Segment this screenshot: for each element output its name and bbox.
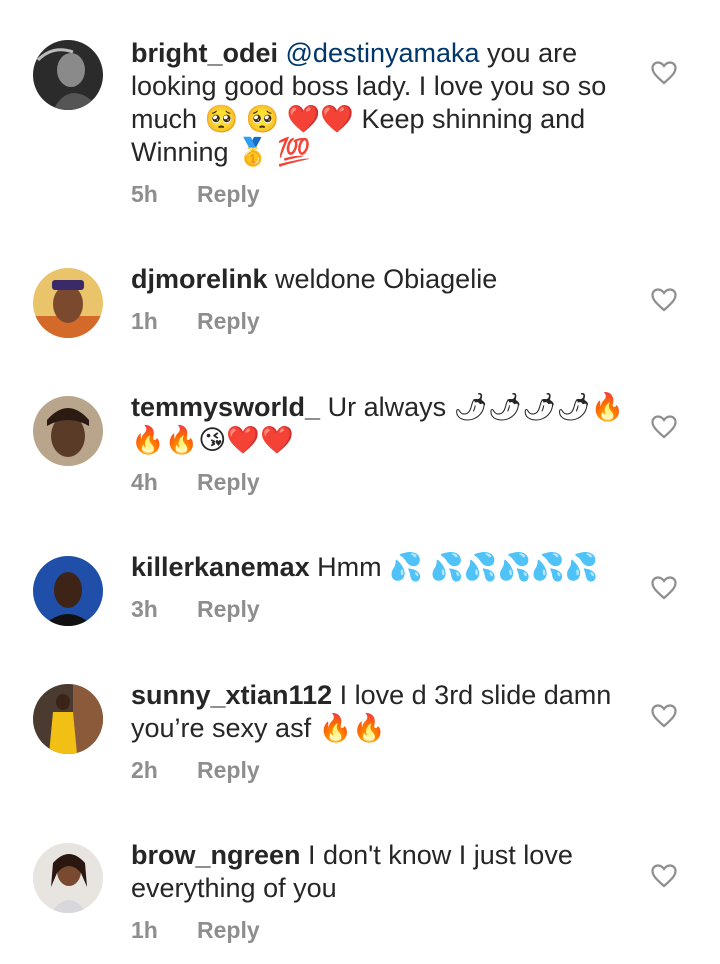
heart-outline-icon[interactable]: [651, 415, 677, 439]
comment-text: bright_odei @destinyamaka you are lookin…: [131, 37, 631, 169]
comment-text: sunny_xtian112 I love d 3rd slide damn y…: [131, 679, 631, 745]
reply-button[interactable]: Reply: [197, 308, 260, 335]
heart-outline-icon[interactable]: [651, 61, 677, 85]
reply-button[interactable]: Reply: [197, 181, 260, 208]
comment-username[interactable]: bright_odei: [131, 38, 278, 68]
comment-text: brow_ngreen I don't know I just love eve…: [131, 839, 631, 905]
avatar[interactable]: [33, 40, 103, 110]
comment-username[interactable]: sunny_xtian112: [131, 680, 332, 710]
comment-meta: 5h Reply: [131, 181, 631, 208]
reply-button[interactable]: Reply: [197, 757, 260, 784]
avatar[interactable]: [33, 843, 103, 913]
comment-text: killerkanemax Hmm 💦 💦💦💦💦💦: [131, 551, 631, 584]
comment-mention[interactable]: @destinyamaka: [286, 38, 480, 68]
comment-meta: 1h Reply: [131, 308, 631, 335]
comment-username[interactable]: temmysworld_: [131, 392, 320, 422]
heart-outline-icon[interactable]: [651, 864, 677, 888]
comment-username[interactable]: killerkanemax: [131, 552, 310, 582]
comment-time: 1h: [131, 917, 158, 943]
comment-meta: 1h Reply: [131, 917, 631, 944]
comment-time: 2h: [131, 757, 158, 783]
comment-meta: 3h Reply: [131, 596, 631, 623]
avatar[interactable]: [33, 684, 103, 754]
avatar[interactable]: [33, 268, 103, 338]
comment-body: Hmm 💦 💦💦💦💦💦: [317, 552, 599, 582]
comment-meta: 4h Reply: [131, 469, 631, 496]
heart-outline-icon[interactable]: [651, 576, 677, 600]
reply-button[interactable]: Reply: [197, 917, 260, 944]
reply-button[interactable]: Reply: [197, 596, 260, 623]
comment-time: 5h: [131, 181, 158, 207]
comment-time: 3h: [131, 596, 158, 622]
avatar[interactable]: [33, 396, 103, 466]
comment-time: 4h: [131, 469, 158, 495]
heart-outline-icon[interactable]: [651, 704, 677, 728]
comment-text: djmorelink weldone Obiagelie: [131, 263, 631, 296]
comment-meta: 2h Reply: [131, 757, 631, 784]
comment-time: 1h: [131, 308, 158, 334]
reply-button[interactable]: Reply: [197, 469, 260, 496]
comment-username[interactable]: djmorelink: [131, 264, 268, 294]
heart-outline-icon[interactable]: [651, 288, 677, 312]
comment-body: weldone Obiagelie: [275, 264, 498, 294]
comment-username[interactable]: brow_ngreen: [131, 840, 301, 870]
avatar[interactable]: [33, 556, 103, 626]
comment-text: temmysworld_ Ur always 🌶🌶🌶🌶🔥🔥🔥😘❤️❤️: [131, 391, 631, 457]
